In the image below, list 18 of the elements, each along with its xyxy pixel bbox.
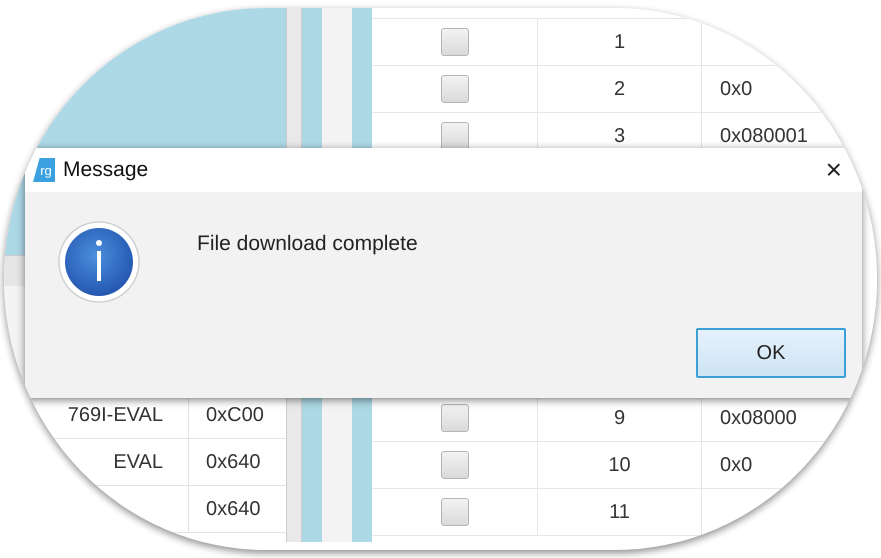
dialog-title: Message (63, 158, 148, 182)
table-cell: 3 (614, 124, 626, 148)
table-cell: 0x0 (720, 78, 752, 100)
app-logo: rg (33, 158, 55, 182)
table-cell: 0x0 (720, 454, 752, 476)
message-text: File download complete (197, 232, 418, 256)
table-cell: EVAL (113, 450, 163, 474)
table-cell: 0x08000 (720, 406, 797, 430)
table-cell: 10 (608, 454, 631, 476)
table-cell: 0x080001 (720, 124, 808, 148)
table-cell: 0x640 (206, 450, 260, 474)
table-cell: 2 (614, 78, 626, 100)
table-cell: 1 (614, 30, 626, 54)
table-cell: 11 (609, 500, 630, 524)
table-cell: 9 (614, 406, 626, 430)
table-cell: 0x640 (206, 498, 260, 520)
table-cell: 0xC00 (206, 404, 264, 426)
table-cell: 769I-EVAL (68, 404, 163, 426)
